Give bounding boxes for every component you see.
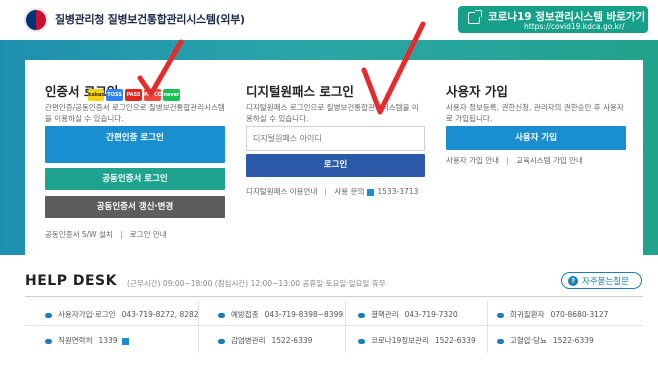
faq-button[interactable]: ? 자주묻는질문 [561, 272, 642, 289]
contact-phone: 1522-6339 [552, 336, 594, 345]
contact-phone: 043-719-7320 [404, 310, 458, 319]
digital-login-button[interactable]: 로그인 [246, 154, 425, 177]
help-contact-item: 직원연락처 1339 [45, 335, 129, 346]
contact-phone: 1533-3713 [377, 187, 419, 196]
simple-auth-login-button[interactable]: 간편인증 로그인 [45, 126, 225, 163]
contact-name: 결핵관리 [371, 310, 399, 319]
divider [25, 296, 643, 297]
bullet-icon [218, 338, 225, 344]
help-contact-item: 코로나19정보관리 1522-6339 [358, 335, 476, 346]
top-header: 질병관리청 질병보건통합관리시스템(외부) 코로나19 정보관리시스템 바로가기… [0, 0, 658, 40]
joint-cert-login-button[interactable]: 공동인증서 로그인 [45, 168, 225, 190]
covid-system-link-button[interactable]: 코로나19 정보관리시스템 바로가기 https://covid19.kdca.… [458, 6, 648, 33]
contact-phone: 1522-6339 [271, 336, 313, 345]
help-contact-item: 희귀질환자 070-8680-3127 [497, 309, 608, 320]
digital-guide-link[interactable]: 디지털원패스 이용안내 [246, 187, 317, 196]
bullet-icon [45, 312, 52, 318]
divider [25, 325, 643, 326]
covid-button-url: https://covid19.kdca.go.kr/ [524, 22, 625, 31]
digital-links: 디지털원패스 이용안내 사용 문의 1533-3713 [246, 186, 418, 197]
signup-button[interactable]: 사용자 가입 [446, 126, 626, 150]
divider [325, 188, 327, 196]
contact-name: 감염병관리 [231, 336, 266, 345]
org-title: 질병관리청 질병보건통합관리시스템(외부) [55, 13, 245, 26]
info-icon: ? [568, 276, 578, 286]
cert-renew-button[interactable]: 공동인증서 갱신·변경 [45, 196, 225, 218]
help-contact-item: 사용자가입·로그인 043-719-8272, 8282 [45, 309, 199, 320]
digital-login-title: 디지털원패스 로그인 [246, 84, 354, 99]
bullet-icon [497, 312, 504, 318]
pass-chip: PASS [125, 89, 142, 101]
bullet-icon [218, 312, 225, 318]
contact-name: 사용자가입·로그인 [58, 310, 116, 319]
contact-name: 고혈압·당뇨 [510, 336, 547, 345]
help-contact-item: 감염병관리 1522-6339 [218, 335, 312, 346]
faq-label: 자주묻는질문 [582, 277, 629, 287]
contact-phone: 070-8680-3127 [550, 310, 609, 319]
contact-phone: 1522-6339 [434, 336, 476, 345]
signup-links: 사용자 가입 안내 교육시스템 가입 안내 [446, 155, 583, 166]
help-desk-title: HELP DESK [25, 273, 117, 289]
bullet-icon [45, 338, 52, 344]
digital-id-input[interactable] [246, 126, 425, 151]
signup-description: 사용자 정보등록, 권한신청, 관리자의 권한승인 후 사용자로 가입됩니다. [446, 103, 624, 123]
bullet-icon [358, 338, 365, 344]
contact-name: 희귀질환자 [510, 310, 545, 319]
cert-login-description: 간편인증/공동인증서 로그인으로 질병보건통합관리시스템을 이용하실 수 있습니… [45, 103, 225, 123]
contact-label: 사용 문의 [334, 187, 365, 196]
sw-install-link[interactable]: 공동인증서 S/W 설치 [45, 230, 113, 239]
help-contact-item: 예방접종 043-719-8398~8399 [218, 309, 343, 320]
help-contact-item: 고혈압·당뇨 1522-6339 [497, 335, 594, 346]
cert-links: 공동인증서 S/W 설치 로그인 안내 [45, 229, 167, 240]
digital-login-description: 디지털원패스 로그인으로 질병보건통합관리시스템을 이용하실 수 있습니다. [246, 103, 419, 123]
payco-chip: PAYCO [144, 89, 162, 101]
help-desk-hours: (근무시간) 09:00~18:00 (점심시간) 12:00~13:00 공휴… [127, 279, 386, 288]
signup-title: 사용자 가입 [446, 84, 508, 99]
divider [120, 231, 122, 239]
simple-auth-login-label: 간편인증 로그인 [106, 133, 164, 143]
divider [345, 301, 346, 353]
signup-guide-link[interactable]: 사용자 가입 안내 [446, 156, 499, 165]
contact-phone: 043-719-8398~8399 [264, 310, 344, 319]
login-guide-link[interactable]: 로그인 안내 [130, 230, 167, 239]
contact-name: 직원연락처 [58, 336, 93, 345]
divider [507, 157, 509, 165]
naver-chip: naver [163, 89, 180, 101]
divider [487, 301, 488, 353]
contact-phone: 043-719-8272, 8282 [121, 310, 199, 319]
phone-icon [367, 188, 375, 196]
help-contact-item: 결핵관리 043-719-7320 [358, 309, 458, 320]
kdca-logo-icon [24, 8, 48, 32]
contact-name: 코로나19정보관리 [371, 336, 429, 345]
contact-phone: 1339 [98, 336, 118, 345]
kakao-chip: kakao [88, 89, 105, 101]
bullet-icon [358, 312, 365, 318]
external-link-icon[interactable] [121, 337, 129, 345]
external-link-icon [468, 10, 482, 24]
toss-chip: TOSS [106, 89, 123, 101]
bullet-icon [497, 338, 504, 344]
education-guide-link[interactable]: 교육시스템 가입 안내 [516, 156, 583, 165]
contact-name: 예방접종 [231, 310, 259, 319]
